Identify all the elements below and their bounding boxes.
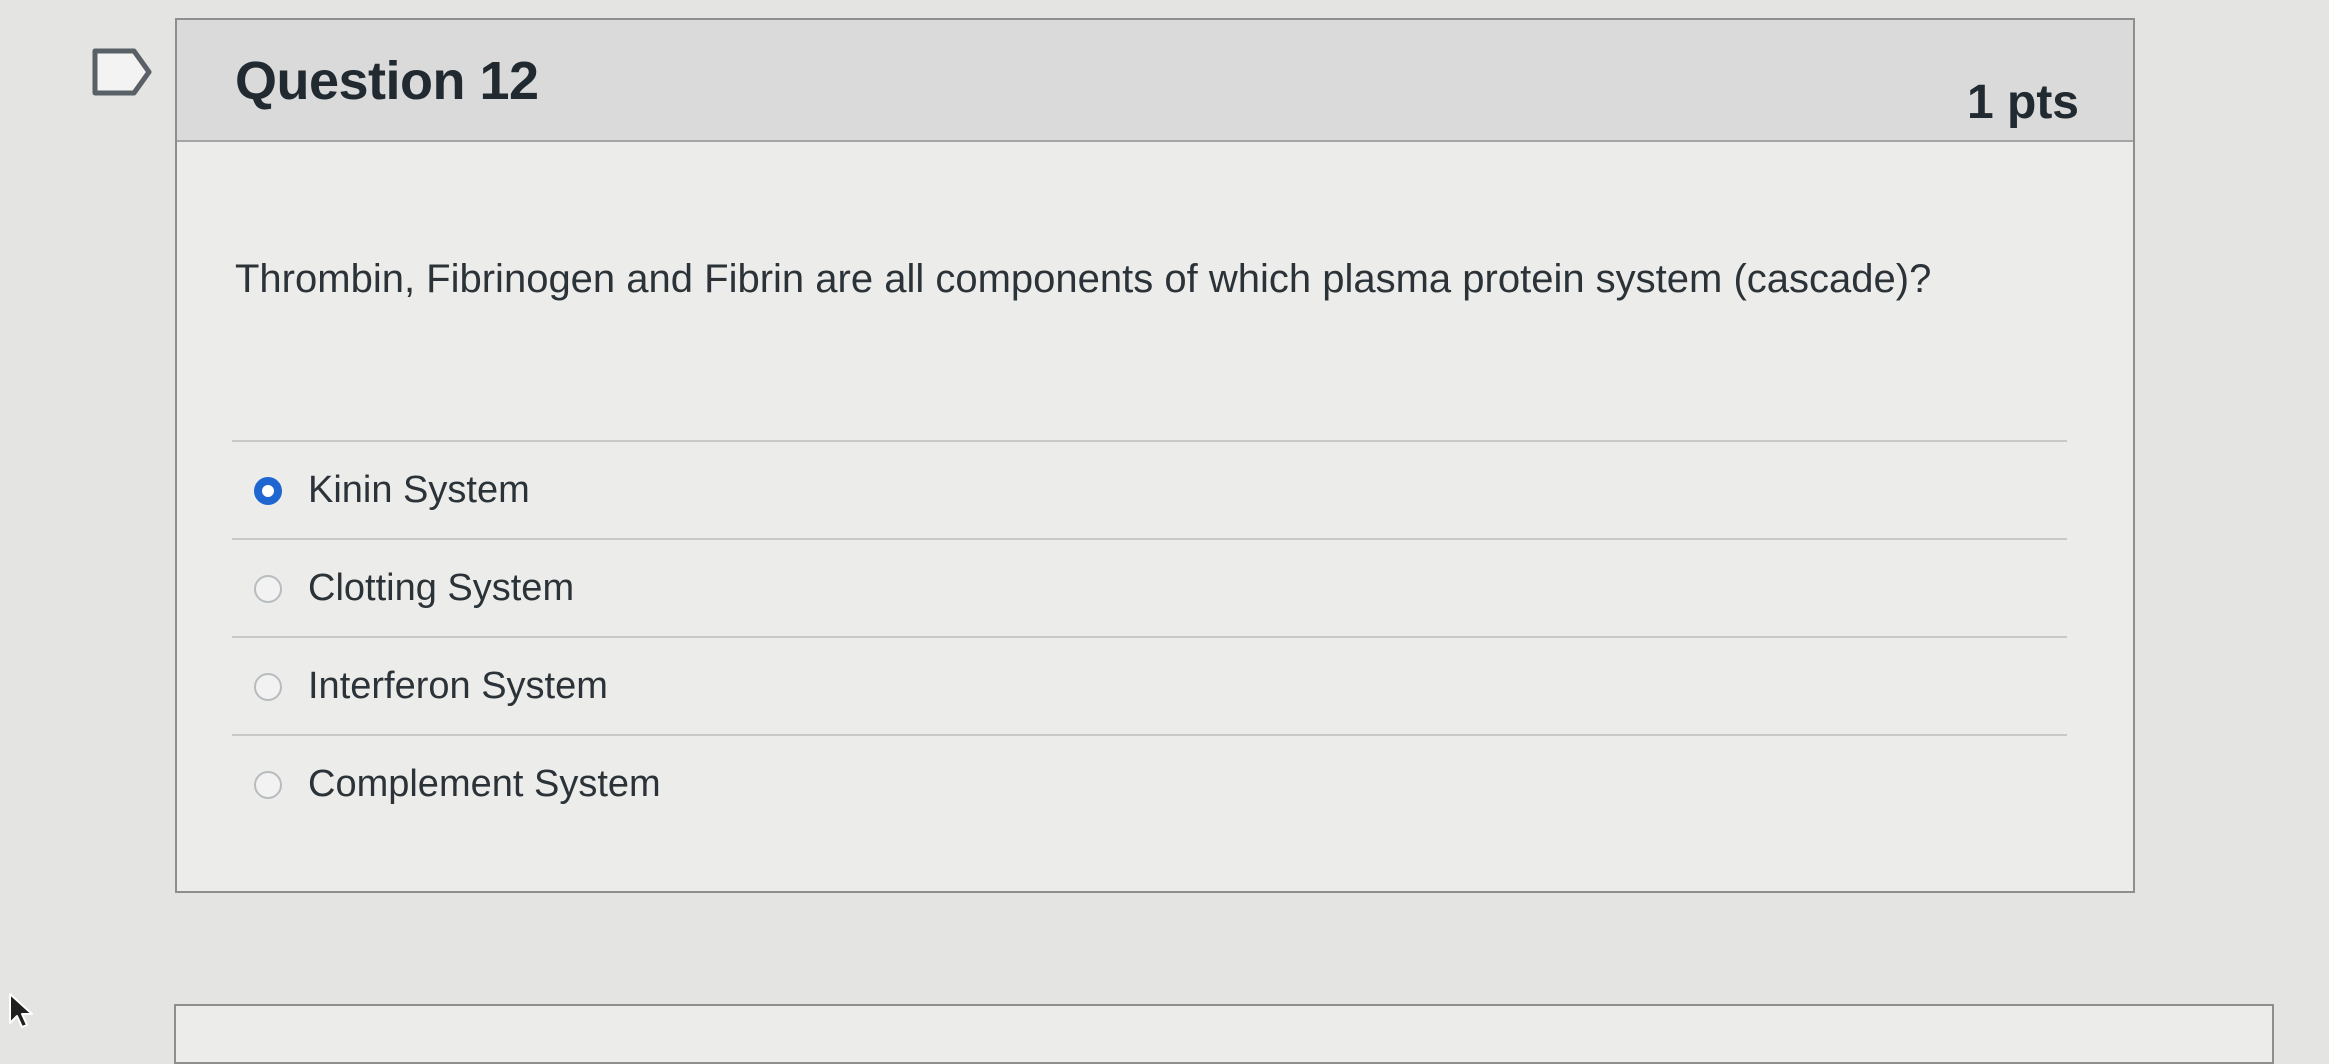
answer-label: Clotting System	[308, 567, 575, 609]
answer-option-interferon-system[interactable]: Interferon System	[232, 636, 2067, 734]
answer-option-kinin-system[interactable]: Kinin System	[232, 440, 2067, 538]
flag-question-icon[interactable]	[92, 48, 152, 96]
selected-radio-button[interactable]	[254, 477, 282, 505]
answer-option-clotting-system[interactable]: Clotting System	[232, 538, 2067, 636]
question-card: Question 12 1 pts Thrombin, Fibrinogen a…	[175, 18, 2135, 893]
answer-option-complement-system[interactable]: Complement System	[232, 734, 2067, 832]
radio-button[interactable]	[254, 575, 282, 603]
next-question-card-edge	[174, 1004, 2274, 1064]
answer-label: Complement System	[308, 763, 661, 805]
answer-list: Kinin System Clotting System Interferon …	[232, 440, 2067, 832]
question-text: Thrombin, Fibrinogen and Fibrin are all …	[235, 257, 1932, 301]
answer-label: Interferon System	[308, 665, 608, 707]
question-points: 1 pts	[1966, 76, 2079, 129]
radio-button[interactable]	[254, 673, 282, 701]
radio-button[interactable]	[254, 771, 282, 799]
question-title: Question 12	[235, 51, 539, 111]
mouse-pointer-icon	[9, 993, 33, 1028]
answer-label: Kinin System	[308, 469, 530, 511]
question-header: Question 12 1 pts	[177, 20, 2133, 142]
